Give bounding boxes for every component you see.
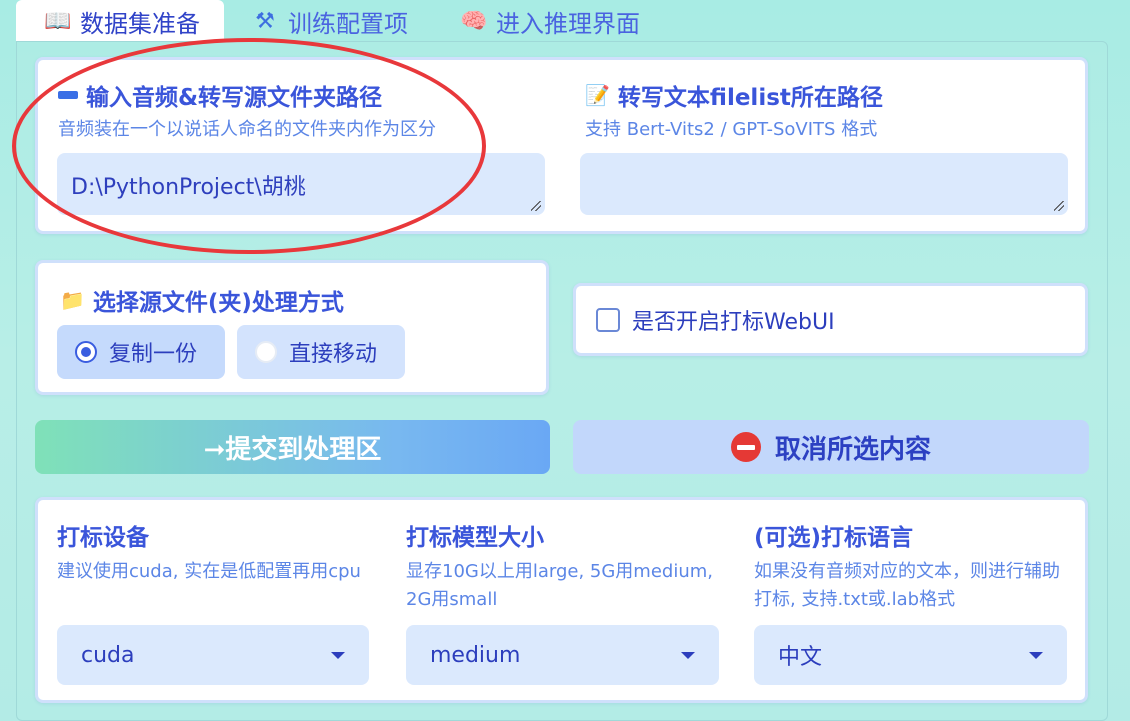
- process-mode-label: 选择源文件(夹)处理方式: [92, 290, 344, 316]
- device-title: 打标设备: [57, 525, 149, 551]
- cancel-button-label: 取消所选内容: [774, 434, 931, 465]
- device-hint: 建议使用cuda, 实在是低配置再用cpu: [57, 561, 361, 582]
- tab-inference[interactable]: 🧠 进入推理界面: [432, 0, 664, 42]
- filelist-path-input[interactable]: [580, 153, 1068, 215]
- radio-unselected-icon: [255, 341, 277, 363]
- tab-dataset-prep[interactable]: 📖 数据集准备: [16, 0, 224, 42]
- webui-checkbox-card: 是否开启打标WebUI: [573, 283, 1088, 356]
- source-path-label: 输入音频&转写源文件夹路径: [86, 85, 383, 111]
- radio-copy[interactable]: 复制一份: [57, 325, 225, 379]
- filelist-path-hint: 支持 Bert-Vits2 / GPT-SoVITS 格式: [585, 119, 878, 140]
- device-value: cuda: [81, 642, 135, 668]
- filelist-path-label-group: 📝 转写文本filelist所在路径 支持 Bert-Vits2 / GPT-S…: [585, 78, 883, 144]
- tab-label: 训练配置项: [288, 9, 408, 38]
- memo-icon: 📝: [585, 83, 610, 107]
- language-value: 中文: [778, 645, 823, 670]
- chevron-down-icon: [681, 651, 695, 659]
- model-size-select[interactable]: medium: [406, 625, 719, 685]
- device-select[interactable]: cuda: [57, 625, 369, 685]
- pen-icon: [58, 91, 78, 99]
- radio-move-label: 直接移动: [289, 342, 378, 367]
- tab-bar: 📖 数据集准备 ⚒ 训练配置项 🧠 进入推理界面: [16, 0, 664, 42]
- resize-grip[interactable]: [1054, 201, 1064, 211]
- submit-button[interactable]: ➞提交到处理区: [35, 420, 550, 474]
- chevron-down-icon: [331, 651, 345, 659]
- filelist-path-label: 转写文本filelist所在路径: [617, 85, 883, 111]
- radio-copy-label: 复制一份: [109, 342, 198, 367]
- cancel-button[interactable]: 取消所选内容: [573, 420, 1089, 474]
- model-size-title: 打标模型大小: [406, 525, 544, 551]
- chevron-down-icon: [1029, 651, 1043, 659]
- webui-checkbox[interactable]: [596, 307, 620, 332]
- webui-checkbox-label[interactable]: 是否开启打标WebUI: [632, 304, 835, 336]
- language-group: (可选)打标语言 如果没有音频对应的文本，则进行辅助打标, 支持.txt或.la…: [754, 518, 1064, 614]
- path-inputs-card: 输入音频&转写源文件夹路径 音频装在一个以说话人命名的文件夹内作为区分 D:\P…: [35, 57, 1088, 234]
- resize-grip[interactable]: [531, 201, 541, 211]
- tab-label: 进入推理界面: [496, 9, 640, 38]
- tools-icon: ⚒: [255, 8, 275, 34]
- source-path-hint: 音频装在一个以说话人命名的文件夹内作为区分: [58, 119, 436, 140]
- model-size-group: 打标模型大小 显存10G以上用large, 5G用medium, 2G用smal…: [406, 518, 716, 614]
- language-select[interactable]: 中文: [754, 625, 1067, 685]
- radio-move[interactable]: 直接移动: [237, 325, 405, 379]
- process-mode-card: 📁 选择源文件(夹)处理方式 复制一份 直接移动: [35, 260, 549, 395]
- submit-button-label: ➞提交到处理区: [203, 434, 382, 465]
- book-icon: 📖: [44, 8, 72, 34]
- model-size-value: medium: [430, 642, 521, 668]
- device-group: 打标设备 建议使用cuda, 实在是低配置再用cpu: [57, 518, 377, 586]
- model-size-hint: 显存10G以上用large, 5G用medium, 2G用small: [406, 561, 714, 610]
- stop-icon: [730, 432, 761, 462]
- language-title: (可选)打标语言: [754, 525, 914, 551]
- brain-icon: 🧠: [460, 8, 488, 34]
- tab-training-config[interactable]: ⚒ 训练配置项: [224, 0, 432, 42]
- radio-selected-icon: [75, 341, 97, 363]
- source-path-label-group: 输入音频&转写源文件夹路径 音频装在一个以说话人命名的文件夹内作为区分: [58, 78, 436, 144]
- language-hint: 如果没有音频对应的文本，则进行辅助打标, 支持.txt或.lab格式: [754, 561, 1060, 610]
- labeling-settings-card: 打标设备 建议使用cuda, 实在是低配置再用cpu cuda 打标模型大小 显…: [35, 497, 1088, 703]
- folder-icon: 📁: [60, 288, 85, 312]
- tab-label: 数据集准备: [80, 9, 200, 38]
- source-path-value: D:\PythonProject\胡桃: [71, 175, 306, 200]
- source-path-input[interactable]: D:\PythonProject\胡桃: [57, 153, 545, 215]
